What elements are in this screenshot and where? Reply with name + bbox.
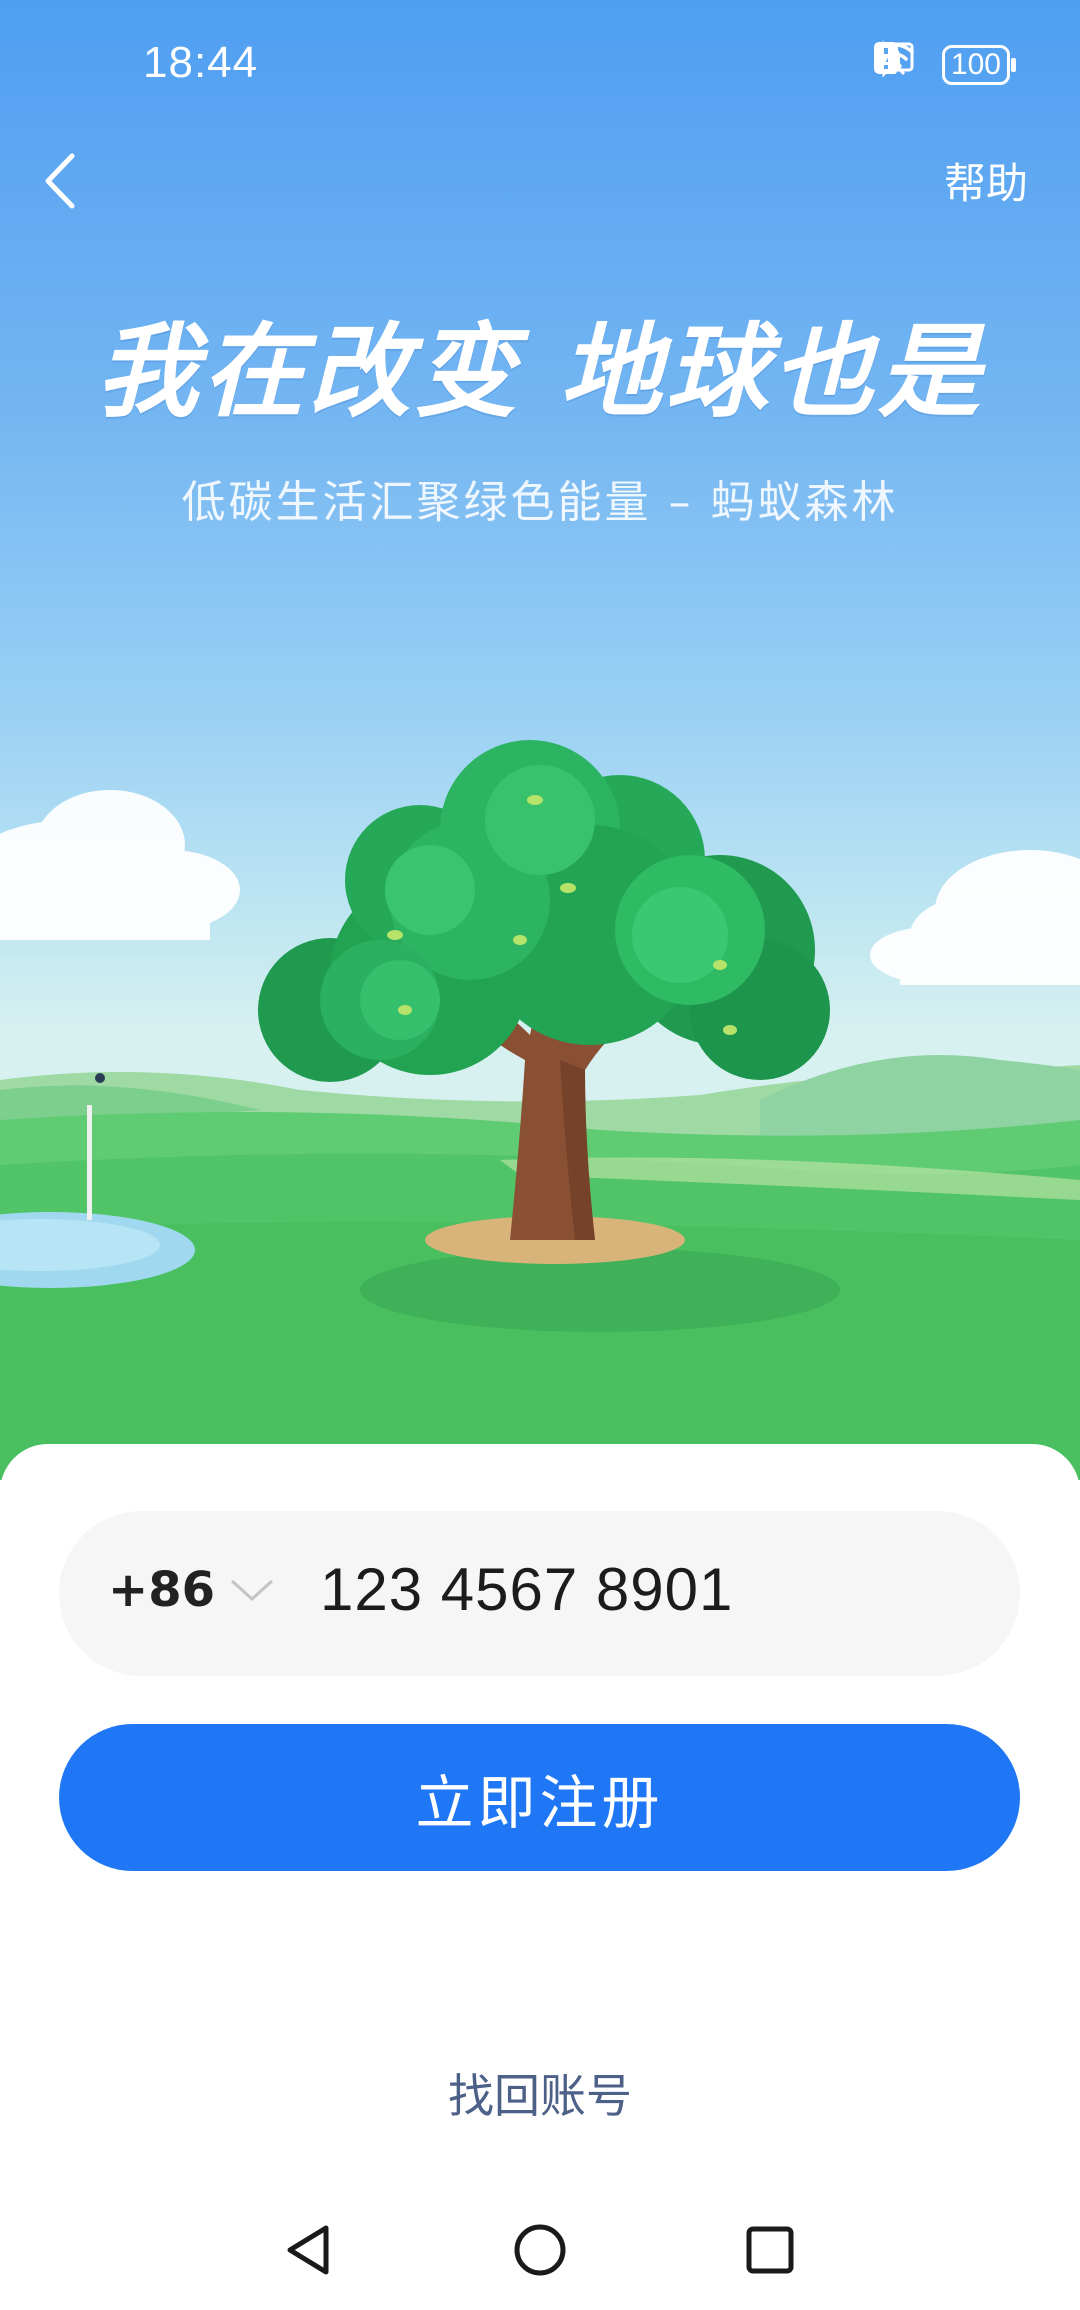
nav-recents-button[interactable] bbox=[710, 2190, 830, 2310]
help-link[interactable]: 帮助 bbox=[944, 150, 1028, 211]
nav-home-button[interactable] bbox=[480, 2190, 600, 2310]
home-circle-icon bbox=[514, 2224, 566, 2276]
system-nav-bar bbox=[0, 2190, 1080, 2310]
forest-scene bbox=[0, 740, 1080, 1480]
chevron-down-icon bbox=[231, 1579, 274, 1602]
hero-illustration: 18:44 100 帮助 我在改变 地球也是 低碳生活汇聚绿色能量 – 蚂蚁森林 bbox=[0, 0, 1080, 1480]
back-triangle-icon bbox=[287, 2225, 329, 2275]
hero-subline: 低碳生活汇聚绿色能量 – 蚂蚁森林 bbox=[181, 477, 899, 528]
recover-account-link[interactable]: 找回账号 bbox=[0, 2060, 1080, 2126]
status-time: 18:44 bbox=[143, 38, 259, 87]
cloud-left bbox=[0, 790, 240, 940]
status-bar: 18:44 100 bbox=[0, 0, 1080, 130]
nav-back-button[interactable] bbox=[248, 2190, 368, 2310]
battery-icon: 100 bbox=[941, 45, 1017, 85]
country-code-label: +86 bbox=[108, 1562, 216, 1618]
tree-canopy bbox=[258, 740, 830, 1082]
chevron-left-icon bbox=[45, 153, 75, 209]
register-button[interactable]: 立即注册 bbox=[59, 1724, 1020, 1871]
phone-number-value[interactable]: 123 4567 8901 bbox=[320, 1555, 733, 1624]
status-icons: 100 bbox=[872, 40, 1030, 90]
country-code-selector[interactable]: +86 bbox=[108, 1562, 275, 1618]
cloud-right bbox=[870, 850, 1080, 985]
hero-headline: 我在改变 地球也是 bbox=[96, 313, 984, 432]
back-button[interactable] bbox=[38, 150, 118, 230]
recents-square-icon bbox=[746, 2226, 794, 2274]
